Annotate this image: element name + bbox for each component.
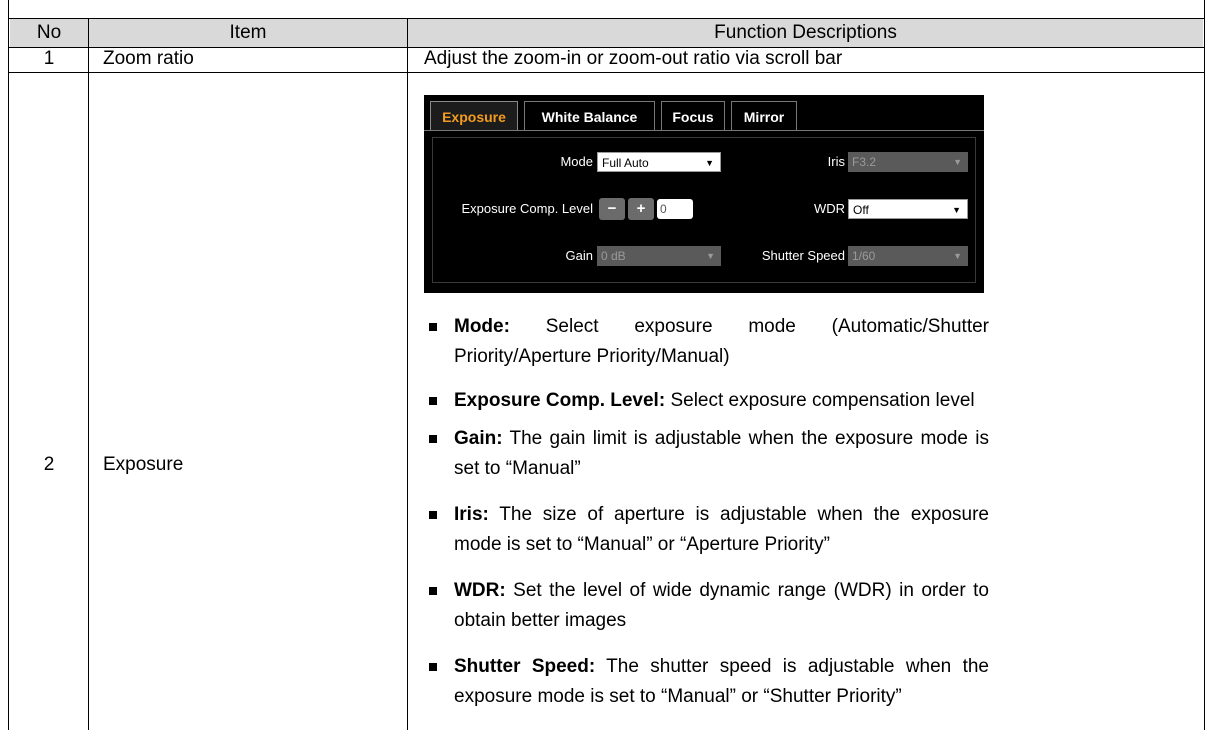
decrease-button[interactable]: − <box>599 198 625 220</box>
row1-no: 1 <box>43 48 55 69</box>
mode-select[interactable]: Full Auto ▼ <box>597 152 721 172</box>
tab-white-balance[interactable]: White Balance <box>524 101 655 131</box>
exposure-comp-level-label: Exposure Comp. Level <box>461 201 593 216</box>
bullet-gain: Gain: The gain limit is adjustable when … <box>424 424 989 484</box>
exposure-settings-panel: Exposure White Balance Focus Mirror Mode… <box>424 95 984 293</box>
tab-exposure[interactable]: Exposure <box>430 101 518 131</box>
increase-button[interactable]: + <box>628 198 654 220</box>
bullet-term: Gain: <box>454 428 503 449</box>
gain-select: 0 dB ▼ <box>597 246 721 266</box>
bullet-term: Exposure Comp. Level: <box>454 390 666 411</box>
bullet-mode: Mode: Select exposure mode (Automatic/Sh… <box>424 312 989 372</box>
bullet-square-icon <box>429 587 437 595</box>
chevron-down-icon: ▼ <box>705 158 714 168</box>
bullet-desc: The gain limit is adjustable when the ex… <box>454 428 989 479</box>
chevron-down-icon: ▼ <box>953 251 962 261</box>
wdr-select[interactable]: Off ▼ <box>848 199 968 219</box>
mode-label: Mode <box>560 154 593 169</box>
chevron-down-icon: ▼ <box>952 205 961 215</box>
bullet-square-icon <box>429 397 437 405</box>
bullet-text: Mode: Select exposure mode (Automatic/Sh… <box>454 312 989 372</box>
table-left-border <box>8 0 9 730</box>
bullet-wdr: WDR: Set the level of wide dynamic range… <box>424 576 989 636</box>
iris-label: Iris <box>827 154 845 169</box>
gain-label: Gain <box>565 248 593 263</box>
row2-no: 2 <box>43 454 55 475</box>
bullet-shutter-speed: Shutter Speed: The shutter speed is adju… <box>424 652 989 712</box>
bullet-text: Shutter Speed: The shutter speed is adju… <box>454 652 989 712</box>
iris-select: F3.2 ▼ <box>848 152 968 172</box>
bullet-desc: Select exposure mode (Automatic/Shutter … <box>454 316 989 367</box>
table-top-border <box>8 18 1205 19</box>
wdr-select-value: Off <box>853 203 869 217</box>
bullet-text: Iris: The size of aperture is adjustable… <box>454 500 989 560</box>
bullet-term: Shutter Speed: <box>454 656 596 677</box>
exposure-comp-level-input[interactable]: 0 <box>657 199 693 219</box>
mode-select-value: Full Auto <box>602 156 649 170</box>
header-no: No <box>36 22 62 43</box>
bullet-text: Exposure Comp. Level: Select exposure co… <box>454 386 989 416</box>
gain-select-value: 0 dB <box>601 249 626 263</box>
chevron-down-icon: ▼ <box>953 157 962 167</box>
bullet-term: Iris: <box>454 504 489 525</box>
exposure-settings-body: Mode Full Auto ▼ Iris F3.2 ▼ Exposure Co… <box>432 137 976 283</box>
row1-item: Zoom ratio <box>103 48 194 69</box>
iris-select-value: F3.2 <box>852 155 877 169</box>
bullet-square-icon <box>429 511 437 519</box>
tab-focus[interactable]: Focus <box>661 101 725 131</box>
bullet-desc: Select exposure compensation level <box>665 390 975 411</box>
shutter-speed-select-value: 1/60 <box>852 249 876 263</box>
col-divider-2 <box>407 18 408 730</box>
bullet-square-icon <box>429 435 437 443</box>
row1-description: Adjust the zoom-in or zoom-out ratio via… <box>424 48 843 69</box>
col-divider-1 <box>88 18 89 730</box>
tab-mirror[interactable]: Mirror <box>731 101 797 131</box>
header-function-descriptions: Function Descriptions <box>714 22 897 43</box>
bullet-term: WDR: <box>454 580 506 601</box>
row1-bottom-border <box>8 72 1205 73</box>
bullet-exposure-comp-level: Exposure Comp. Level: Select exposure co… <box>424 386 989 416</box>
shutter-speed-select: 1/60 ▼ <box>848 246 968 266</box>
bullet-term: Mode: <box>454 316 510 337</box>
row2-item: Exposure <box>103 454 184 475</box>
bullet-text: WDR: Set the level of wide dynamic range… <box>454 576 989 636</box>
bullet-square-icon <box>429 663 437 671</box>
header-item: Item <box>229 22 267 43</box>
bullet-text: Gain: The gain limit is adjustable when … <box>454 424 989 484</box>
tab-underline <box>424 130 984 131</box>
wdr-label: WDR <box>813 201 845 216</box>
bullet-iris: Iris: The size of aperture is adjustable… <box>424 500 989 560</box>
table-right-border <box>1204 0 1205 730</box>
bullet-desc: Set the level of wide dynamic range (WDR… <box>454 580 989 631</box>
chevron-down-icon: ▼ <box>706 251 715 261</box>
bullet-square-icon <box>429 323 437 331</box>
shutter-speed-label: Shutter Speed <box>761 248 845 263</box>
bullet-desc: The size of aperture is adjustable when … <box>454 504 989 555</box>
